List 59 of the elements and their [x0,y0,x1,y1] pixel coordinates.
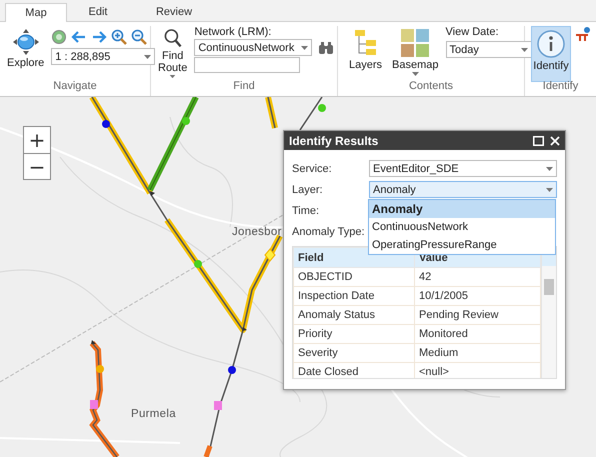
basemap-icon [400,28,430,58]
field-label: Anomaly Type: [292,226,366,238]
layers-icon [354,28,378,58]
info-icon [536,29,566,59]
dropdown-option[interactable]: Anomaly [369,200,555,218]
table-cell: 10/1/2005 [414,286,541,306]
pin-info-icon[interactable] [575,26,591,42]
table-cell: Anomaly Status [294,306,414,324]
explore-button[interactable]: Explore [4,26,48,80]
binoculars-icon[interactable] [318,40,334,56]
table-cell: Priority [294,324,414,344]
group-label: Contents [408,80,454,94]
zoom-out-icon[interactable] [131,29,148,45]
network-label: Network (LRM): [194,26,272,38]
scale-dropdown[interactable]: 1 : 288,895 [51,48,156,65]
table-cell: Medium [414,344,541,362]
layer-dropdown[interactable]: Anomaly [369,181,557,198]
table-cell: Pending Review [414,306,541,324]
table-cell: OBJECTID [294,268,414,286]
zoom-in-icon[interactable] [111,29,128,45]
ribbon-tab[interactable]: Review [129,3,219,21]
group-label: Identify [542,80,580,94]
maximize-icon[interactable] [533,136,544,146]
find-route-button[interactable]: Find Route [155,26,190,80]
caret-icon [520,48,528,52]
table-cell: Date Closed [294,362,414,378]
caret-icon [412,72,419,76]
field-label: Layer: [292,184,324,196]
table-cell: Monitored [414,324,541,344]
close-icon[interactable] [550,136,560,146]
caret-icon [169,74,176,78]
basemap-button[interactable]: Basemap [389,26,442,80]
service-dropdown[interactable]: EventEditor_SDE [369,160,557,177]
back-arrow-icon[interactable] [71,29,88,45]
caret-icon [546,188,553,192]
caret-icon [144,54,152,58]
place-label: Purmela [131,408,176,420]
globe-icon[interactable] [51,29,68,45]
caret-icon [546,166,553,170]
ribbon-tab[interactable]: Edit [67,3,129,21]
table-cell: Severity [294,344,414,362]
layers-button[interactable]: Layers [346,26,386,80]
group-label: Navigate [52,80,98,94]
table-cell: Inspection Date [294,286,414,306]
field-label: Service: [292,162,333,174]
network-dropdown[interactable]: ContinuousNetwork [194,39,312,56]
forward-arrow-icon[interactable] [91,29,108,45]
view-date-dropdown[interactable]: Today [446,41,532,58]
view-date-label: View Date: [446,26,500,38]
route-input-field[interactable] [194,57,300,73]
ribbon-tab[interactable]: Map [5,3,67,22]
identify-button[interactable]: Identify [531,26,571,82]
group-label: Find [232,80,256,94]
place-label: Jonesbor [232,226,282,238]
window-title: Identify Results [289,134,380,148]
table-cell: 42 [414,268,541,286]
pan-icon [12,28,40,56]
caret-icon [301,46,308,50]
field-label: Time: [292,204,320,216]
